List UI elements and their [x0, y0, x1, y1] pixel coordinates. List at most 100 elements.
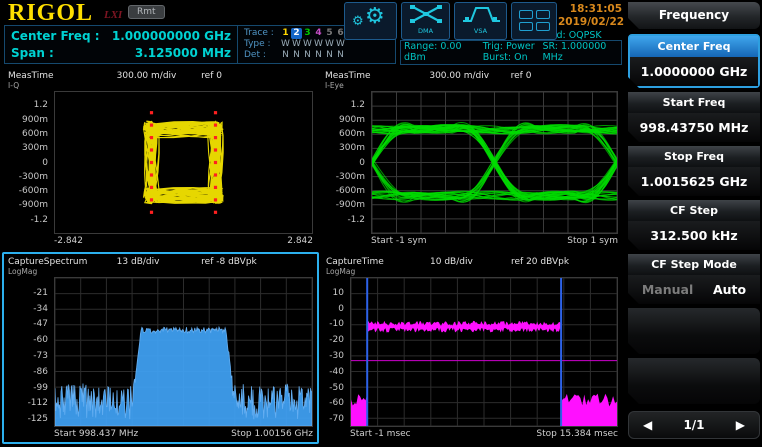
- y-tick: -50: [329, 383, 344, 393]
- capture-time-plot[interactable]: [350, 277, 618, 427]
- y-tick: -73: [33, 351, 48, 361]
- iq-vector-plot[interactable]: [54, 91, 313, 234]
- span-label: Span :: [11, 45, 54, 62]
- center-freq-label: Center Freq :: [11, 28, 100, 45]
- window-layout-icon: [512, 10, 556, 31]
- trace-4[interactable]: 4: [313, 28, 324, 39]
- softkey-start-freq[interactable]: Start Freq 998.43750 MHz: [628, 92, 760, 142]
- window-layout-button[interactable]: [511, 2, 557, 40]
- sr-readout: SR: 1.000000 MHz: [542, 41, 618, 63]
- y-axis-ticks: 1.2900m600m300m0-300m-600m-900m-1.2: [4, 91, 52, 234]
- panel-sublabel: I-Eye: [321, 82, 622, 91]
- capture-time-panel[interactable]: CaptureTime 10 dB/div ref 20 dBVpk LogMa…: [322, 254, 622, 442]
- x-axis-left-label: Start -1 sym: [371, 234, 426, 249]
- y-tick: -99: [33, 383, 48, 393]
- y-tick: 600m: [22, 129, 48, 139]
- iq-vector-panel[interactable]: MeasTime 300.00 m/div ref 0 I-Q 1.2900m6…: [4, 68, 317, 249]
- time-readout: 18:31:05: [558, 3, 622, 16]
- capture-spectrum-plot[interactable]: [54, 277, 313, 427]
- page-nav[interactable]: ◀ 1/1 ▶: [628, 411, 760, 439]
- det-value: N: [280, 50, 291, 61]
- panel-scale: 300.00 m/div: [429, 70, 510, 82]
- option-manual[interactable]: Manual: [642, 275, 693, 304]
- det-value: N: [291, 50, 302, 61]
- softkey-cf-step[interactable]: CF Step 312.500 kHz: [628, 200, 760, 250]
- x-axis-left-label: Start -1 msec: [350, 427, 411, 442]
- type-value: W: [313, 39, 324, 50]
- type-value: W: [291, 39, 302, 50]
- y-tick: -300m: [336, 172, 365, 182]
- trace-3[interactable]: 3: [302, 28, 313, 39]
- measurement-status-box: Range: 0.00 dBm Trig: Power Burst: On Mo…: [400, 40, 622, 65]
- date-readout: 2019/02/22: [558, 16, 622, 29]
- dma-mode-button[interactable]: DMA: [401, 2, 450, 40]
- menu-title: Frequency: [628, 2, 760, 29]
- trace-2[interactable]: 2: [291, 28, 302, 39]
- next-page-arrow[interactable]: ▶: [736, 418, 745, 432]
- x-axis-right-label: 2.842: [287, 234, 313, 249]
- softkey-value: 998.43750 MHz: [628, 113, 760, 142]
- clock-display: 18:31:05 2019/02/22: [558, 3, 622, 29]
- softkey-menu: Frequency Center Freq 1.0000000 GHz Star…: [625, 0, 762, 447]
- capture-spectrum-panel[interactable]: CaptureSpectrum 13 dB/div ref -8 dBVpk L…: [2, 252, 319, 444]
- softkey-cf-step-mode[interactable]: CF Step Mode Manual Auto: [628, 254, 760, 304]
- gear-icon: ⚙: [365, 4, 385, 29]
- panel-ref: ref -8 dBVpk: [201, 256, 317, 268]
- y-tick: 0: [42, 158, 48, 168]
- y-tick: -10: [329, 319, 344, 329]
- y-tick: -900m: [336, 200, 365, 210]
- type-value: W: [280, 39, 291, 50]
- softkey-blank-2[interactable]: [628, 358, 760, 404]
- trace-detectors: NNNNNN: [280, 50, 346, 60]
- vsa-mode-button[interactable]: VSA: [454, 2, 507, 40]
- y-tick: 1.2: [351, 100, 365, 110]
- y-tick: 300m: [339, 143, 365, 153]
- settings-button[interactable]: ⚙ ⚙: [344, 2, 397, 40]
- softkey-label: CF Step Mode: [628, 254, 760, 275]
- y-tick: -60: [33, 335, 48, 345]
- panel-name: MeasTime: [4, 70, 117, 82]
- measurement-windows: MeasTime 300.00 m/div ref 0 I-Q 1.2900m6…: [0, 66, 625, 447]
- det-value: N: [313, 50, 324, 61]
- y-tick: -40: [329, 367, 344, 377]
- det-value: N: [335, 50, 346, 61]
- remote-badge: Rmt: [128, 5, 165, 19]
- trace-numbers: 123456: [280, 28, 346, 38]
- analyzer-screen: RIGOL LXI Rmt Center Freq : 1.000000000 …: [0, 0, 762, 447]
- type-value: W: [335, 39, 346, 50]
- y-tick: -1.2: [30, 215, 48, 225]
- page-indicator: 1/1: [683, 418, 704, 432]
- y-axis-ticks: 1.2900m600m300m0-300m-600m-900m-1.2: [321, 91, 369, 234]
- softkey-center-freq[interactable]: Center Freq 1.0000000 GHz: [628, 34, 760, 88]
- status-bar: RIGOL LXI Rmt Center Freq : 1.000000000 …: [0, 0, 625, 66]
- softkey-label: CF Step: [628, 200, 760, 221]
- y-tick: 600m: [339, 129, 365, 139]
- panel-scale: 300.00 m/div: [117, 70, 202, 82]
- softkey-value: 1.0015625 GHz: [628, 167, 760, 196]
- burst-readout: Burst: On: [483, 52, 537, 63]
- det-value: N: [324, 50, 335, 61]
- span-value: 3.125000 MHz: [135, 45, 231, 62]
- x-axis-right-label: Stop 1.00156 GHz: [231, 427, 313, 442]
- option-auto[interactable]: Auto: [713, 275, 746, 304]
- panel-scale: 13 dB/div: [117, 256, 202, 268]
- panel-scale: 10 dB/div: [430, 256, 511, 268]
- softkey-blank-1[interactable]: [628, 308, 760, 354]
- softkey-label: Start Freq: [628, 92, 760, 113]
- y-tick: 10: [333, 288, 344, 298]
- eye-diagram-panel[interactable]: MeasTime 300.00 m/div ref 0 I-Eye 1.2900…: [321, 68, 622, 249]
- y-tick: 300m: [22, 143, 48, 153]
- y-tick: -60: [329, 398, 344, 408]
- trace-1[interactable]: 1: [280, 28, 291, 39]
- prev-page-arrow[interactable]: ◀: [643, 418, 652, 432]
- dma-label: DMA: [402, 27, 449, 35]
- y-tick: -70: [329, 414, 344, 424]
- softkey-stop-freq[interactable]: Stop Freq 1.0015625 GHz: [628, 146, 760, 196]
- y-tick: -112: [28, 398, 48, 408]
- constellation-x-icon: [408, 3, 444, 25]
- eye-diagram-plot[interactable]: [371, 91, 618, 234]
- bandpass-filter-icon: [460, 3, 502, 25]
- softkey-label: Stop Freq: [628, 146, 760, 167]
- trace-5[interactable]: 5: [324, 28, 335, 39]
- softkey-value: 312.500 kHz: [628, 221, 760, 250]
